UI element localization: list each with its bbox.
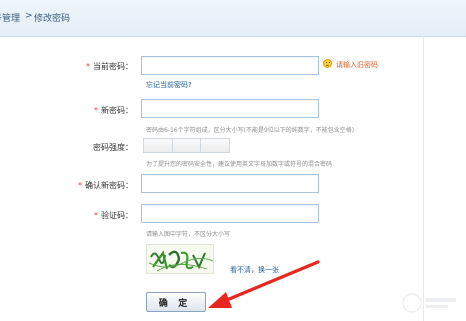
captcha-refresh: 看不清，换一张 bbox=[230, 265, 279, 275]
captcha-label-text: 验证码： bbox=[101, 211, 133, 220]
password-strength-label-text: 密码强度： bbox=[93, 143, 133, 152]
new-password-label: * 新密码： bbox=[8, 105, 133, 116]
watermark-logo-icon bbox=[402, 293, 456, 313]
confirm-password-label: * 确认新密码： bbox=[8, 180, 133, 191]
captcha-refresh-separator: ， bbox=[251, 266, 258, 274]
required-star: * bbox=[94, 106, 98, 115]
captcha-glyphs-icon bbox=[148, 250, 213, 272]
breadcrumb-parent-link[interactable]: 帐号管理 bbox=[0, 11, 20, 24]
strength-segment-medium bbox=[172, 139, 202, 152]
confirm-password-label-text: 确认新密码： bbox=[85, 181, 133, 190]
password-strength-hint: 为了提升您的密码安全性，建议使用英文字母加数字或符号的混合密码 bbox=[146, 161, 333, 168]
current-password-label-text: 当前密码： bbox=[93, 62, 133, 71]
breadcrumb: 帐号管理 > 修改密码 bbox=[0, 0, 466, 37]
new-password-hint: 密码由6-16个字符组成，区分大小写(不能是9位以下的纯数字，不能包含空格) bbox=[146, 127, 355, 134]
breadcrumb-current: 修改密码 bbox=[34, 14, 71, 24]
change-password-page: 帐号管理 > 修改密码 *当前密码： 请输入旧密码 忘记当前密码? *新密码： … bbox=[0, 0, 466, 321]
captcha-image[interactable] bbox=[146, 244, 214, 274]
password-strength-label: 密码强度： bbox=[8, 142, 133, 153]
required-star: * bbox=[86, 62, 90, 71]
current-password-input[interactable] bbox=[141, 56, 319, 75]
new-password-input[interactable] bbox=[141, 99, 319, 118]
current-password-label: * 当前密码： bbox=[8, 61, 133, 72]
captcha-hint: 请输入图中字符，不区分大小写 bbox=[146, 231, 231, 238]
password-strength-meter bbox=[143, 138, 230, 153]
breadcrumb-separator: > bbox=[25, 11, 33, 21]
current-password-warning: 请输入旧密码 bbox=[336, 61, 378, 69]
captcha-unclear-link[interactable]: 看不清 bbox=[230, 266, 251, 274]
captcha-input[interactable] bbox=[141, 204, 319, 223]
required-star: * bbox=[78, 181, 82, 190]
confirm-password-input[interactable] bbox=[141, 174, 319, 193]
confirm-button[interactable]: 确 定 bbox=[146, 292, 206, 312]
captcha-label: * 验证码： bbox=[8, 210, 133, 221]
new-password-label-text: 新密码： bbox=[101, 106, 133, 115]
content-divider bbox=[423, 36, 424, 321]
strength-segment-weak bbox=[144, 139, 173, 152]
captcha-refresh-link[interactable]: 换一张 bbox=[258, 266, 279, 274]
forgot-password-link[interactable]: 忘记当前密码? bbox=[146, 80, 192, 90]
smiley-warning-icon bbox=[323, 59, 332, 68]
strength-segment-strong bbox=[201, 139, 230, 152]
required-star: * bbox=[94, 211, 98, 220]
